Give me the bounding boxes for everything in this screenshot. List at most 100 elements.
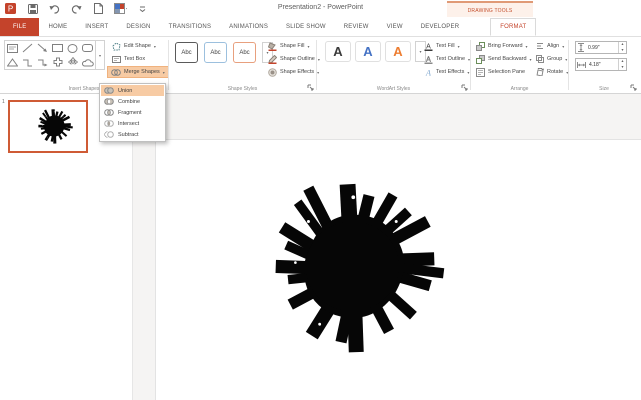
intersect-icon: [104, 119, 114, 128]
shape-gallery[interactable]: [4, 40, 96, 70]
menu-item-union[interactable]: Union: [101, 85, 164, 96]
group-label-shape-styles: Shape Styles: [169, 86, 316, 92]
text-fill-button[interactable]: A Text Fill▾: [421, 40, 463, 52]
group-button[interactable]: Group▾: [533, 53, 570, 65]
title-bar: P Presentation2 - PowerPoint DRAWING TOO…: [0, 0, 641, 18]
union-icon: [104, 86, 114, 95]
ribbon: ▾ Insert Shapes Edit Shape▾ Text Box Mer…: [0, 37, 641, 94]
group-label-arrange: Arrange: [471, 86, 568, 92]
rectangle-shape-icon[interactable]: [50, 41, 65, 55]
shape-style-thumb-3[interactable]: Abc: [233, 42, 256, 63]
rotate-icon: [536, 68, 544, 76]
ribbon-tab-row: FILE HOME INSERT DESIGN TRANSITIONS ANIM…: [0, 18, 641, 37]
shape-height-field[interactable]: 0.99" ▲▼: [575, 41, 627, 54]
rotate-button[interactable]: Rotate▾: [533, 66, 571, 78]
group-objects-icon: [536, 55, 544, 63]
send-backward-icon: [476, 55, 485, 64]
tab-format-active[interactable]: FORMAT: [490, 18, 536, 36]
text-outline-icon: A: [424, 55, 433, 64]
wordart-thumb-2[interactable]: A: [355, 41, 381, 62]
tab-slide-show[interactable]: SLIDE SHOW: [277, 18, 335, 36]
send-backward-button[interactable]: Send Backward▾: [473, 53, 535, 65]
tab-developer[interactable]: DEVELOPER: [412, 18, 468, 36]
slide-number: 1: [2, 99, 5, 105]
window-title: Presentation2 - PowerPoint: [0, 4, 641, 11]
group-size: 0.99" ▲▼ 4.18" ▲▼ Size: [569, 37, 639, 93]
slide[interactable]: [155, 139, 641, 400]
svg-text:A: A: [426, 43, 431, 50]
shape-gallery-more-button[interactable]: ▾: [96, 40, 105, 70]
cloud-shape-icon[interactable]: [80, 55, 95, 69]
tab-transitions[interactable]: TRANSITIONS: [160, 18, 221, 36]
shape-effects-icon: [268, 68, 277, 77]
shape-height-icon: [577, 43, 585, 52]
text-fill-icon: A: [424, 42, 433, 51]
shape-effects-button[interactable]: Shape Effects▾: [265, 66, 322, 78]
group-label-size: Size: [569, 86, 639, 92]
powerpoint-window: P Presentation2 - PowerPoint DRAWING TOO…: [0, 0, 641, 400]
merge-shapes-button[interactable]: Merge Shapes▾: [107, 66, 169, 78]
shape-outline-icon: [268, 55, 277, 64]
align-icon: [536, 42, 544, 50]
tab-file[interactable]: FILE: [0, 18, 39, 36]
shape-fill-button[interactable]: Shape Fill▾: [265, 40, 312, 52]
shape-style-thumb-2[interactable]: Abc: [204, 42, 227, 63]
shape-outline-button[interactable]: Shape Outline▾: [265, 53, 323, 65]
tab-design[interactable]: DESIGN: [117, 18, 159, 36]
menu-item-subtract[interactable]: Subtract: [101, 129, 164, 140]
ink-splat-shape[interactable]: [254, 173, 460, 369]
merge-shapes-menu: Union Combine Fragment Intersect Subtrac…: [99, 83, 166, 142]
text-effects-icon: A: [424, 68, 433, 77]
textbox-shape-icon[interactable]: [5, 41, 20, 55]
plus-shape-icon[interactable]: [50, 55, 65, 69]
svg-text:A: A: [425, 68, 431, 77]
edit-shape-button[interactable]: Edit Shape▾: [109, 40, 159, 52]
ink-splat-thumbnail: [34, 106, 76, 148]
rounded-rectangle-shape-icon[interactable]: [80, 41, 95, 55]
menu-item-fragment[interactable]: Fragment: [101, 107, 164, 118]
slide-1-thumbnail[interactable]: [8, 100, 88, 153]
menu-item-intersect[interactable]: Intersect: [101, 118, 164, 129]
text-outline-button[interactable]: A Text Outline▾: [421, 53, 473, 65]
group-wordart-styles: A A A ▾ A Text Fill▾ A Text Outline▾ A T…: [317, 37, 470, 93]
shape-width-icon: [577, 61, 586, 69]
elbow-arrow-connector-icon[interactable]: [35, 55, 50, 69]
group-label-wordart-styles: WordArt Styles: [317, 86, 470, 92]
wordart-thumb-3[interactable]: A: [385, 41, 411, 62]
contextual-tab-group-label: DRAWING TOOLS: [447, 1, 533, 17]
fragment-icon: [104, 108, 114, 117]
merge-shapes-icon: [111, 68, 121, 77]
bring-forward-button[interactable]: Bring Forward▾: [473, 40, 531, 52]
svg-text:A: A: [426, 56, 431, 63]
slide-canvas-area: [134, 94, 641, 400]
triangle-shape-icon[interactable]: [5, 55, 20, 69]
combine-icon: [104, 97, 114, 106]
menu-item-combine[interactable]: Combine: [101, 96, 164, 107]
oval-shape-icon[interactable]: [65, 41, 80, 55]
line-shape-icon[interactable]: [20, 41, 35, 55]
align-button[interactable]: Align▾: [533, 40, 567, 52]
width-spinner[interactable]: ▲▼: [618, 59, 626, 70]
tab-view[interactable]: VIEW: [378, 18, 412, 36]
text-box-icon: [112, 55, 121, 64]
elbow-connector-icon[interactable]: [20, 55, 35, 69]
quad-arrow-shape-icon[interactable]: [65, 55, 80, 69]
tab-animations[interactable]: ANIMATIONS: [220, 18, 277, 36]
shape-fill-icon: [268, 42, 277, 51]
arrow-shape-icon[interactable]: [35, 41, 50, 55]
text-box-button[interactable]: Text Box: [109, 53, 148, 65]
shape-style-thumb-1[interactable]: Abc: [175, 42, 198, 63]
wordart-thumb-1[interactable]: A: [325, 41, 351, 62]
shape-width-field[interactable]: 4.18" ▲▼: [575, 58, 627, 71]
tab-insert[interactable]: INSERT: [76, 18, 117, 36]
tab-home[interactable]: HOME: [39, 18, 76, 36]
editing-area: 1: [0, 94, 641, 400]
selection-pane-icon: [476, 68, 485, 77]
height-spinner[interactable]: ▲▼: [618, 42, 626, 53]
selection-pane-button[interactable]: Selection Pane: [473, 66, 528, 78]
bring-forward-icon: [476, 42, 485, 51]
tab-review[interactable]: REVIEW: [335, 18, 378, 36]
group-shape-styles: Abc Abc Abc ▾ Shape Fill▾ Shape Outline▾…: [169, 37, 316, 93]
subtract-icon: [104, 130, 114, 139]
text-effects-button[interactable]: A Text Effects▾: [421, 66, 472, 78]
